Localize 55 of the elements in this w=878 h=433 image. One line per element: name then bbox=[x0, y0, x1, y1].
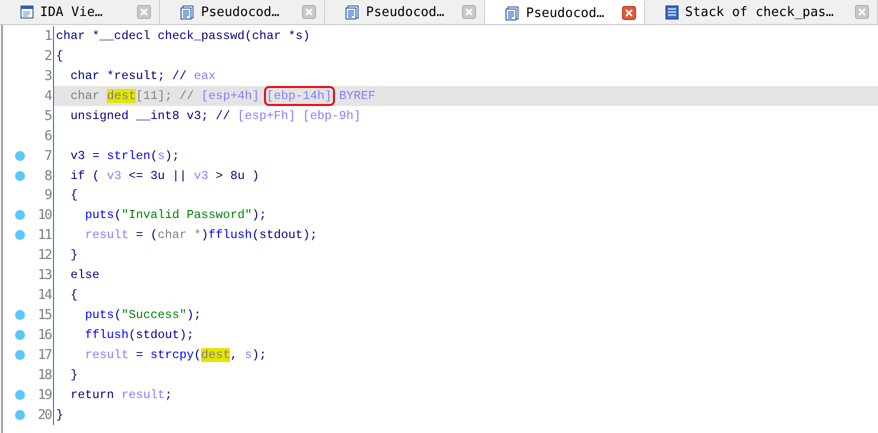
code-line: } bbox=[70, 248, 78, 262]
breakpoint-icon[interactable] bbox=[15, 350, 25, 360]
window-icon bbox=[20, 5, 34, 19]
line-number: 9 bbox=[43, 187, 52, 204]
code-line: { bbox=[56, 48, 64, 63]
code-line: char *result; // eax bbox=[70, 68, 216, 83]
line-number: 19 bbox=[36, 386, 52, 403]
code-line: result = strcpy(dest, s); bbox=[84, 348, 266, 362]
stack-icon bbox=[665, 4, 679, 20]
breakpoint-icon[interactable] bbox=[15, 230, 25, 240]
line-number: 17 bbox=[36, 346, 52, 363]
code-line: else bbox=[70, 268, 100, 282]
code-line: puts("Invalid Password"); bbox=[84, 208, 266, 222]
code-line: { bbox=[70, 188, 78, 202]
breakpoint-icon[interactable] bbox=[15, 390, 25, 400]
code-line: char dest[11]; // [esp+4h] [ebp-14h] BYREF bbox=[56, 88, 376, 103]
code-line: result = (char *)fflush(stdout); bbox=[84, 228, 318, 242]
line-number: 15 bbox=[36, 307, 52, 324]
line-number: 16 bbox=[36, 327, 52, 344]
line-number: 14 bbox=[36, 287, 52, 304]
line-number: 20 bbox=[36, 406, 52, 423]
close-icon[interactable] bbox=[622, 6, 636, 20]
code-line: } bbox=[56, 408, 64, 422]
document-icon bbox=[345, 4, 360, 20]
line-number: 5 bbox=[43, 108, 52, 124]
line-number: 13 bbox=[36, 267, 52, 284]
line-number: 10 bbox=[36, 207, 52, 224]
code-line: fflush(stdout); bbox=[84, 328, 194, 342]
document-icon bbox=[505, 6, 520, 20]
code-line: { bbox=[70, 288, 78, 302]
code-line: v3 = strlen(s); bbox=[70, 148, 180, 163]
code-line: puts("Success"); bbox=[84, 308, 202, 322]
line-number: 7 bbox=[43, 148, 52, 164]
line-number: 12 bbox=[36, 247, 52, 264]
line-number: 6 bbox=[43, 128, 52, 144]
document-icon bbox=[180, 4, 195, 20]
line-number: 18 bbox=[36, 366, 52, 383]
tab[interactable]: Pseudocod… bbox=[485, 0, 645, 24]
breakpoint-icon[interactable] bbox=[15, 170, 25, 181]
code-line: return result; bbox=[70, 388, 172, 402]
breakpoint-icon[interactable] bbox=[15, 410, 25, 420]
line-number: 8 bbox=[43, 168, 52, 184]
code-line: if ( v3 <= 3u || v3 > 8u ) bbox=[70, 168, 260, 183]
line-number: 2 bbox=[43, 48, 52, 64]
code-line: char *__cdecl check_passwd(char *s) bbox=[56, 28, 310, 43]
line-number: 11 bbox=[36, 227, 52, 244]
breakpoint-icon[interactable] bbox=[15, 150, 25, 161]
code-line: unsigned __int8 v3; // [esp+Fh] [ebp-9h] bbox=[70, 108, 361, 123]
line-number: 3 bbox=[43, 68, 52, 84]
breakpoint-icon[interactable] bbox=[15, 210, 25, 220]
breakpoint-icon[interactable] bbox=[15, 330, 25, 340]
line-number: 4 bbox=[43, 88, 52, 104]
code-line: } bbox=[70, 368, 78, 382]
line-number: 1 bbox=[43, 28, 52, 44]
breakpoint-icon[interactable] bbox=[15, 310, 25, 320]
